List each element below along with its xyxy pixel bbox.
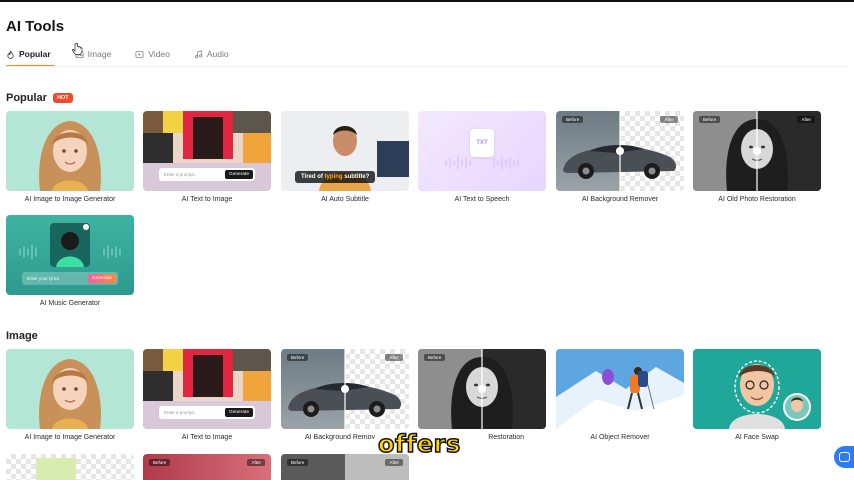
tab-popular[interactable]: Popular bbox=[6, 45, 55, 67]
caption-text: Tired of bbox=[301, 174, 325, 180]
tool-thumbnail: Before bbox=[418, 349, 546, 429]
tool-card-partial[interactable]: Before After bbox=[143, 454, 271, 480]
tool-thumbnail: Before After bbox=[556, 111, 684, 191]
tool-thumbnail bbox=[6, 349, 134, 429]
tool-card-partial[interactable] bbox=[6, 454, 134, 480]
section-heading-text: Popular bbox=[6, 92, 47, 104]
girl-portrait-illustration bbox=[6, 349, 134, 429]
tool-thumbnail: Enter a prompt... Generate bbox=[143, 111, 271, 191]
lyrics-input[interactable]: Enter your lyrics Generate bbox=[22, 272, 118, 285]
section-heading-text: Image bbox=[6, 330, 38, 342]
tool-card-object-remover[interactable]: AI Object Remover bbox=[556, 349, 684, 441]
tab-label: Image bbox=[87, 49, 112, 59]
tool-card-label: AI Image to Image Generator bbox=[24, 196, 116, 203]
tool-card-music-generator[interactable]: Enter your lyrics Generate AI Music Gene… bbox=[6, 215, 134, 307]
tabs-divider bbox=[6, 66, 848, 67]
tool-card-label: AI Old Photo Restoration bbox=[718, 196, 796, 203]
tool-card-label: AI Image to Image Generator bbox=[24, 434, 116, 441]
tab-video[interactable]: Video bbox=[135, 45, 170, 63]
top-border bbox=[0, 0, 854, 2]
tool-card-old-photo-restoration[interactable]: Before Restoration bbox=[418, 349, 546, 441]
tool-card-label: AI Text to Speech bbox=[454, 196, 510, 203]
section-heading-image: Image bbox=[6, 330, 38, 342]
tab-audio[interactable]: Audio bbox=[194, 45, 229, 63]
flame-icon bbox=[7, 50, 14, 59]
tab-label: Audio bbox=[206, 49, 229, 59]
before-tag: Before bbox=[562, 116, 584, 123]
tool-thumbnail: Before After bbox=[281, 349, 409, 429]
tool-thumbnail bbox=[6, 111, 134, 191]
tool-card-image-to-image[interactable]: AI Image to Image Generator bbox=[6, 349, 134, 441]
category-tabs: Popular Image Video Audio bbox=[6, 45, 253, 67]
generate-button[interactable]: Generate bbox=[224, 408, 253, 417]
lyrics-placeholder: Enter your lyrics bbox=[27, 276, 60, 281]
caption-highlight: typing bbox=[324, 174, 343, 180]
tool-card-label: AI Music Generator bbox=[39, 300, 101, 307]
tool-thumbnail: Before After bbox=[693, 111, 821, 191]
caption-text: subtitle? bbox=[342, 174, 370, 180]
tool-card-auto-subtitle[interactable]: Tired of typing subtitle? AI Auto Subtit… bbox=[281, 111, 409, 203]
tab-label: Video bbox=[148, 49, 170, 59]
waveform-icon bbox=[445, 156, 519, 170]
vintage-portrait-illustration bbox=[418, 349, 546, 429]
tool-card-label: AI Background Remover bbox=[581, 196, 659, 203]
before-tag: Before bbox=[699, 116, 721, 123]
subtitle-caption: Tired of typing subtitle? bbox=[295, 171, 376, 183]
after-tag: After bbox=[797, 116, 815, 123]
after-tag: After bbox=[660, 116, 678, 123]
tool-thumbnail bbox=[556, 349, 684, 429]
tool-card-text-to-image[interactable]: Enter a prompt... Generate AI Text to Im… bbox=[143, 349, 271, 441]
tool-thumbnail: Enter a prompt... Generate bbox=[143, 349, 271, 429]
tool-card-old-photo-restoration[interactable]: Before After AI Old Photo Restoration bbox=[693, 111, 821, 203]
tool-card-background-remover[interactable]: Before After AI Background Remov bbox=[281, 349, 409, 441]
prompt-input[interactable]: Enter a prompt... Generate bbox=[159, 406, 255, 419]
generate-button[interactable]: Generate bbox=[224, 170, 253, 179]
section-heading-popular: Popular HOT bbox=[6, 92, 73, 104]
girl-portrait-illustration bbox=[6, 111, 134, 191]
tool-thumbnail: TXT bbox=[418, 111, 546, 191]
video-subtitle-overlay: offers bbox=[377, 429, 461, 459]
face-swap-illustration bbox=[693, 349, 821, 429]
after-tag: After bbox=[385, 459, 403, 466]
tool-thumbnail: Before After bbox=[143, 454, 271, 480]
tool-card-label: AI Text to Image bbox=[181, 196, 233, 203]
before-tag: Before bbox=[287, 354, 309, 361]
before-tag: Before bbox=[287, 459, 309, 466]
tool-thumbnail bbox=[693, 349, 821, 429]
tool-card-text-to-speech[interactable]: TXT AI Text to Speech bbox=[418, 111, 546, 203]
tool-card-face-swap[interactable]: AI Face Swap bbox=[693, 349, 821, 441]
thumbnail-object bbox=[36, 458, 76, 480]
prompt-input[interactable]: Enter a prompt... Generate bbox=[159, 168, 255, 181]
tool-card-background-remover[interactable]: Before After AI Background Remover bbox=[556, 111, 684, 203]
tool-thumbnail: Tired of typing subtitle? bbox=[281, 111, 409, 191]
after-tag: After bbox=[385, 354, 403, 361]
prompt-placeholder: Enter a prompt... bbox=[164, 172, 198, 177]
mountain-climber-illustration bbox=[556, 349, 684, 429]
generate-button[interactable]: Generate bbox=[87, 274, 116, 283]
after-tag: After bbox=[247, 459, 265, 466]
tool-card-image-to-image[interactable]: AI Image to Image Generator bbox=[6, 111, 134, 203]
tool-card-label: AI Object Remover bbox=[590, 434, 650, 441]
vintage-portrait-illustration bbox=[693, 111, 821, 191]
tab-label: Popular bbox=[19, 49, 51, 59]
hand-cursor-icon bbox=[72, 43, 83, 55]
video-icon bbox=[135, 50, 144, 58]
tool-thumbnail bbox=[6, 454, 134, 480]
car-illustration bbox=[288, 349, 402, 429]
car-illustration bbox=[563, 111, 677, 191]
page-title: AI Tools bbox=[6, 18, 65, 35]
tool-card-text-to-image[interactable]: Enter a prompt... Generate AI Text to Im… bbox=[143, 111, 271, 203]
before-tag: Before bbox=[424, 354, 446, 361]
before-tag: Before bbox=[149, 459, 171, 466]
chat-support-button[interactable] bbox=[834, 446, 854, 468]
prompt-placeholder: Enter a prompt... bbox=[164, 410, 198, 415]
tool-thumbnail: Enter your lyrics Generate bbox=[6, 215, 134, 295]
tool-card-label: AI Text to Image bbox=[181, 434, 233, 441]
music-icon bbox=[195, 49, 203, 58]
tool-card-label: AI Face Swap bbox=[735, 434, 779, 441]
tool-card-label: AI Auto Subtitle bbox=[321, 196, 369, 203]
hot-badge: HOT bbox=[52, 93, 73, 103]
